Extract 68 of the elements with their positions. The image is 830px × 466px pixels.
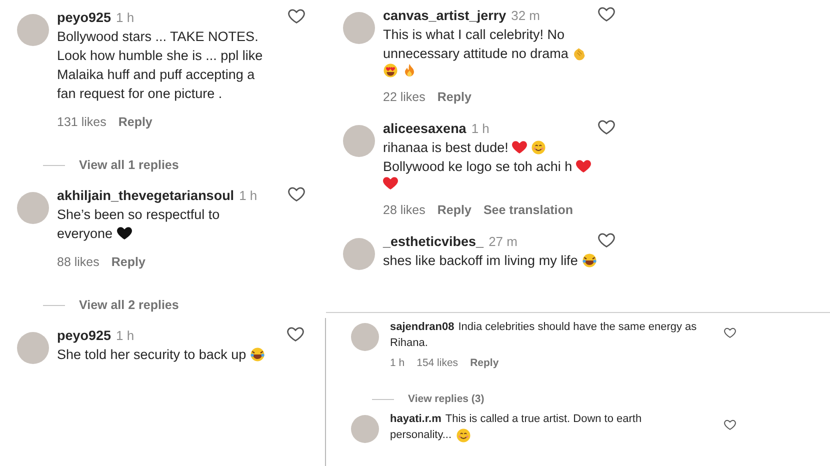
username[interactable]: akhiljain_thevegetariansoul <box>57 186 234 205</box>
smiling-emoji-icon <box>456 428 471 442</box>
username[interactable]: _estheticvibes_ <box>383 232 484 251</box>
view-replies-link[interactable]: View replies (3) <box>408 393 484 405</box>
comment-text: Bollywood stars ... TAKE NOTES. <box>57 28 258 46</box>
comment-text: India celebrities should have the same energy as <box>458 320 697 335</box>
comment-time: 27 m <box>488 233 518 251</box>
avatar-placeholder <box>17 14 49 46</box>
comment-meta: 131 likes <box>57 114 106 131</box>
comment-meta: 22 likes <box>383 89 426 106</box>
comment-time: 32 m <box>511 7 540 25</box>
comment-text: She’s been so respectful to <box>57 206 220 224</box>
fire-emoji-icon <box>402 63 417 78</box>
like-heart-icon[interactable] <box>724 419 736 431</box>
avatar-placeholder <box>17 332 49 364</box>
laughing-emoji-icon <box>250 347 266 362</box>
comment-meta: 28 likes <box>383 202 426 219</box>
comment-time: 1 h <box>239 187 258 205</box>
heart-eyes-emoji-icon <box>383 63 398 78</box>
comment-text: Bollywood ke logo se toh achi h <box>383 158 572 176</box>
avatar-placeholder <box>343 125 375 157</box>
comment-time: 1 h <box>116 9 134 27</box>
like-heart-icon[interactable] <box>598 6 615 23</box>
like-heart-icon[interactable] <box>288 186 305 203</box>
comment-text: This is what I call celebrity! No <box>383 26 565 44</box>
comment-meta: 154 likes <box>416 356 458 371</box>
reply-link[interactable]: Reply <box>470 355 499 371</box>
comment-text: shes like backoff im living my life <box>383 252 578 270</box>
username[interactable]: hayati.r.m <box>390 411 442 427</box>
avatar-placeholder <box>351 323 379 351</box>
comment-text: rihanaa is best dude! <box>383 139 508 157</box>
comment-text: everyone <box>57 225 113 243</box>
like-heart-icon[interactable] <box>288 8 305 25</box>
view-replies-link[interactable]: View all 2 replies <box>79 298 179 312</box>
comment-meta: 88 likes <box>57 254 100 271</box>
like-heart-icon[interactable] <box>598 119 615 136</box>
comment-time: 1 h <box>471 120 490 138</box>
reply-link[interactable]: Reply <box>118 113 152 132</box>
like-heart-icon[interactable] <box>598 232 615 249</box>
reply-link[interactable]: Reply <box>437 201 472 220</box>
comment-text: Malaika huff and puff accepting a <box>57 66 255 84</box>
avatar-placeholder <box>17 192 49 224</box>
comment-text: personality... <box>390 428 452 443</box>
avatar-placeholder <box>343 238 375 270</box>
comment-text: Rihana. <box>390 336 428 351</box>
username[interactable]: canvas_artist_jerry <box>383 6 506 25</box>
like-heart-icon[interactable] <box>724 327 736 339</box>
username[interactable]: peyo925 <box>57 326 112 345</box>
username[interactable]: sajendran08 <box>390 319 454 335</box>
smiling-emoji-icon <box>531 140 546 155</box>
comment-text: This is called a true artist. Down to earth <box>445 412 642 427</box>
comment-meta: 1 h <box>390 356 405 371</box>
reply-link[interactable]: Reply <box>437 88 472 107</box>
avatar-placeholder <box>351 415 379 443</box>
reply-link[interactable]: Reply <box>111 253 146 272</box>
username[interactable]: aliceesaxena <box>383 119 466 138</box>
comment-text: She told her security to back up <box>57 346 246 364</box>
like-heart-icon[interactable] <box>287 326 304 343</box>
view-replies-link[interactable]: View all 1 replies <box>79 158 179 172</box>
comment-text: Look how humble she is ... ppl like <box>57 47 263 65</box>
comment-text: fan request for one picture . <box>57 85 222 103</box>
comment-text: unnecessary attitude no drama <box>383 45 568 63</box>
laughing-emoji-icon <box>582 253 597 268</box>
reply-link[interactable]: See translation <box>483 201 574 220</box>
username[interactable]: peyo925 <box>57 8 112 27</box>
clapping-hands-emoji-icon <box>572 46 588 61</box>
avatar-placeholder <box>343 12 375 44</box>
comment-time: 1 h <box>116 327 134 345</box>
